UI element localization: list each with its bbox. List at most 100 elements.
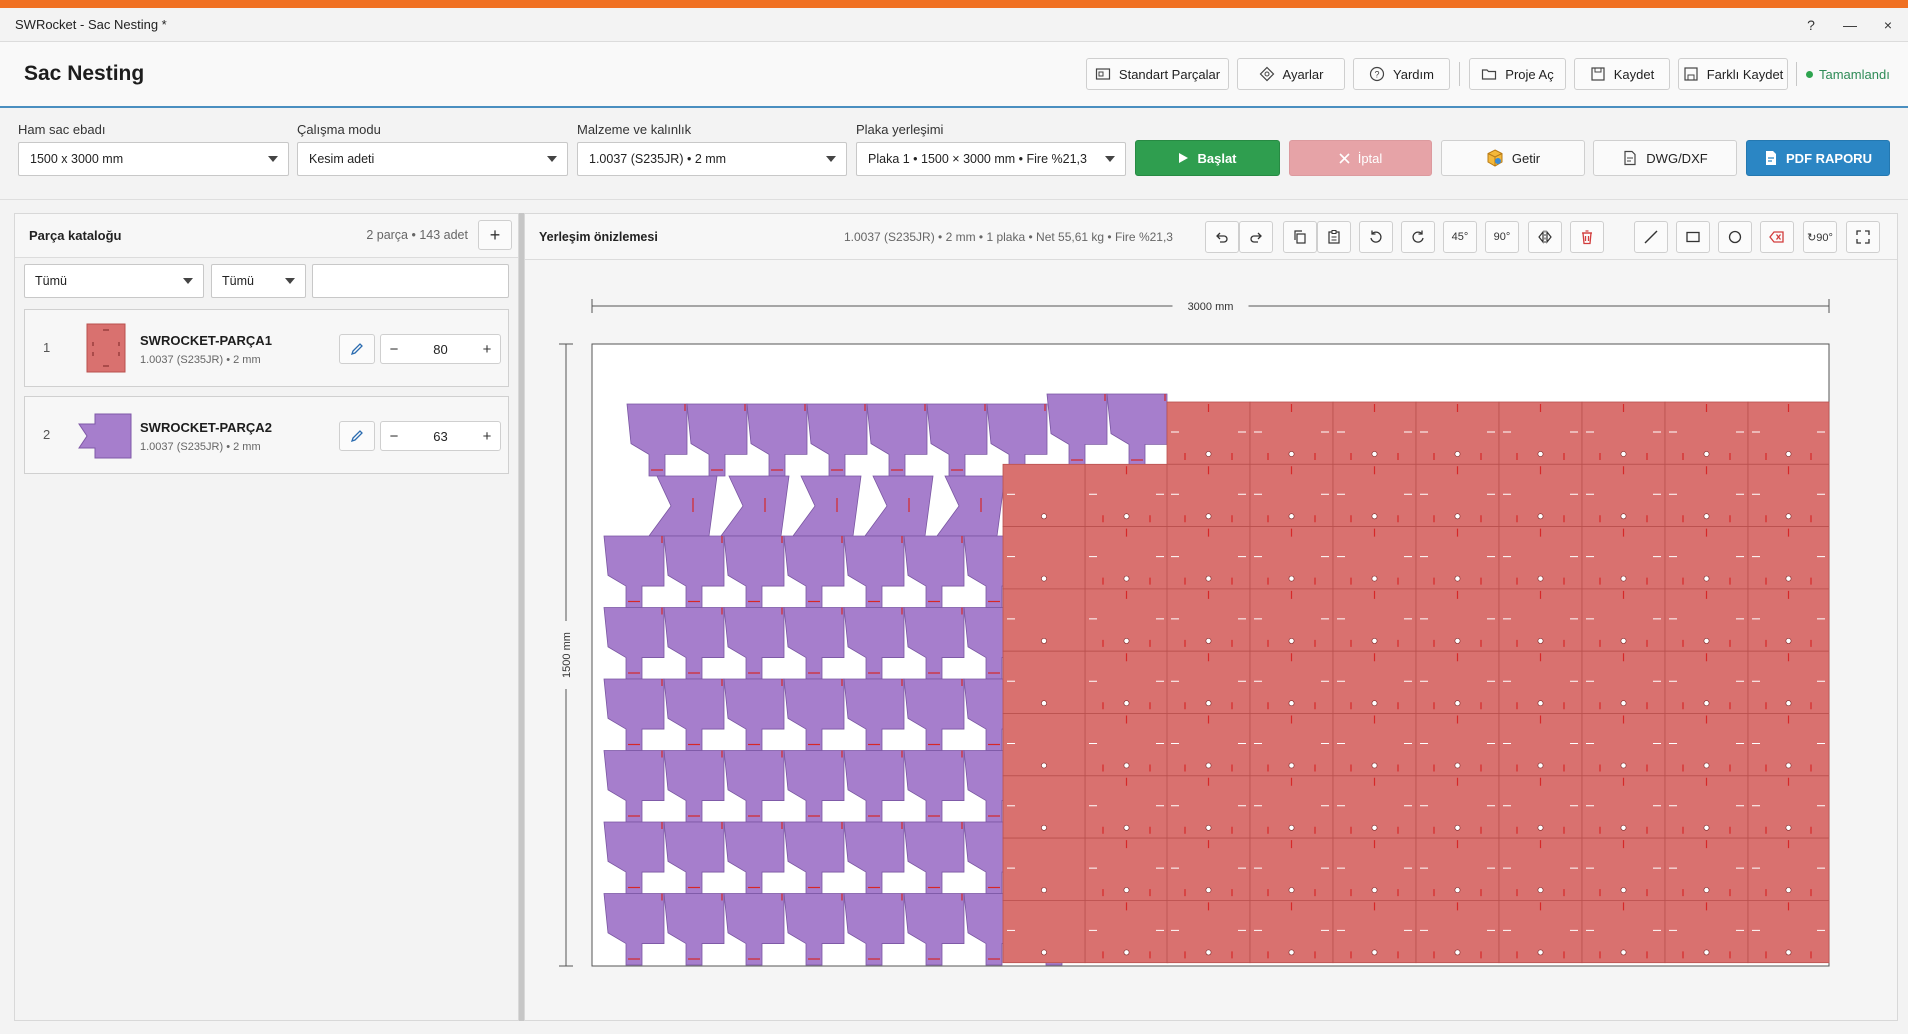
increment-button[interactable]: + <box>474 428 500 445</box>
placement-select[interactable]: Plaka 1 • 1500 × 3000 mm • Fire %21,3 <box>856 142 1126 176</box>
save-as-button[interactable]: Farklı Kaydet <box>1678 58 1788 90</box>
edit-part-button[interactable] <box>339 421 375 451</box>
rotate-right-button[interactable] <box>1401 221 1435 253</box>
catalog-title: Parça kataloğu <box>29 228 122 243</box>
placement-value: Plaka 1 • 1500 × 3000 mm • Fire %21,3 <box>868 152 1087 166</box>
catalog-header: Parça kataloğu 2 parça • 143 adet + <box>15 214 518 258</box>
hole-mark <box>1123 949 1130 956</box>
part-list-item[interactable]: 2 SWROCKET-PARÇA2 1.0037 (S235JR) • 2 mm… <box>24 396 509 474</box>
hole-mark <box>1454 637 1461 644</box>
hole-mark <box>1620 513 1627 520</box>
chevron-down-icon <box>285 278 295 284</box>
dwg-dxf-button[interactable]: DWG/DXF <box>1593 140 1737 176</box>
help-label: Yardım <box>1393 66 1434 82</box>
hole-mark <box>1703 451 1710 457</box>
hole-mark <box>1620 949 1627 956</box>
hole-mark <box>1288 949 1295 956</box>
sheet-drawing[interactable]: 3000 mm 1500 mm <box>525 261 1897 1020</box>
hole-mark <box>1620 575 1627 582</box>
hole-mark <box>1288 887 1295 893</box>
category-filter-value: Tümü <box>35 274 67 288</box>
redo-button[interactable] <box>1239 221 1273 253</box>
increment-button[interactable]: + <box>474 341 500 358</box>
hole-mark <box>1371 887 1378 893</box>
rotate-cw-90-button[interactable]: ↻90° <box>1803 221 1837 253</box>
hole-mark <box>1785 637 1792 644</box>
edit-part-button[interactable] <box>339 334 375 364</box>
decrement-button[interactable]: − <box>381 341 407 358</box>
help-icon[interactable]: ? <box>1791 8 1831 42</box>
undo-icon <box>1216 232 1228 243</box>
hole-mark <box>1537 762 1544 769</box>
hole-mark <box>1371 700 1378 707</box>
preview-title: Yerleşim önizlemesi <box>539 230 658 244</box>
part-name: SWROCKET-PARÇA1 <box>140 333 272 348</box>
save-button[interactable]: Kaydet <box>1574 58 1670 90</box>
pdf-report-label: PDF RAPORU <box>1786 150 1872 166</box>
material-label: Malzeme ve kalınlık <box>577 122 692 137</box>
title-bar: SWRocket - Sac Nesting * <box>0 8 1908 42</box>
help-button[interactable]: ? Yardım <box>1353 58 1450 90</box>
package-icon <box>1487 149 1503 167</box>
circle-icon <box>1728 230 1742 244</box>
parts-catalog-panel: Parça kataloğu 2 parça • 143 adet + Tümü… <box>14 213 519 1021</box>
paste-button[interactable] <box>1317 221 1351 253</box>
rotate-left-button[interactable] <box>1359 221 1393 253</box>
delete-button[interactable] <box>1570 221 1604 253</box>
category-filter-select[interactable]: Tümü <box>24 264 204 298</box>
undo-button[interactable] <box>1205 221 1239 253</box>
line-icon <box>1644 230 1658 244</box>
hole-mark <box>1205 700 1212 707</box>
rotate-left-icon <box>1370 230 1382 243</box>
material-select[interactable]: 1.0037 (S235JR) • 2 mm <box>577 142 847 176</box>
hole-mark <box>1041 949 1047 956</box>
standard-parts-button[interactable]: Standart Parçalar <box>1086 58 1229 90</box>
rectangle-icon <box>1686 231 1700 243</box>
decrement-button[interactable]: − <box>381 428 407 445</box>
rotate-90-button[interactable]: 90° <box>1485 221 1519 253</box>
start-button[interactable]: Başlat <box>1135 140 1280 176</box>
copy-icon <box>1294 230 1306 244</box>
material-filter-select[interactable]: Tümü <box>211 264 306 298</box>
hole-mark <box>1537 887 1544 893</box>
cancel-button[interactable]: İptal <box>1289 140 1432 176</box>
nesting-canvas[interactable]: 3000 mm 1500 mm <box>525 261 1897 1023</box>
preview-header: Yerleşim önizlemesi 1.0037 (S235JR) • 2 … <box>525 214 1897 260</box>
hole-mark <box>1205 575 1212 582</box>
part-thumbnail <box>86 323 126 373</box>
raw-sheet-select[interactable]: 1500 x 3000 mm <box>18 142 289 176</box>
chevron-down-icon <box>268 156 278 162</box>
hole-mark <box>1288 824 1295 831</box>
rotate-45-button[interactable]: 45° <box>1443 221 1477 253</box>
search-input[interactable] <box>312 264 509 298</box>
settings-button[interactable]: Ayarlar <box>1237 58 1345 90</box>
quantity-stepper[interactable]: − 63 + <box>380 421 501 451</box>
eraser-button[interactable] <box>1760 221 1794 253</box>
add-part-button[interactable]: + <box>478 220 512 250</box>
part-list-item[interactable]: 1 SWROCKET-PARÇA1 1.0037 (S235JR) • 2 mm… <box>24 309 509 387</box>
header-separator <box>1459 62 1460 86</box>
hole-mark <box>1288 637 1295 644</box>
line-button[interactable] <box>1634 221 1668 253</box>
settings-label: Ayarlar <box>1282 66 1324 82</box>
raw-sheet-value: 1500 x 3000 mm <box>30 152 124 166</box>
quantity-value[interactable]: 63 <box>433 429 447 444</box>
fetch-button[interactable]: Getir <box>1441 140 1585 176</box>
hole-mark <box>1454 949 1461 956</box>
mode-select[interactable]: Kesim adeti <box>297 142 568 176</box>
minimize-icon[interactable]: — <box>1830 8 1870 42</box>
close-icon[interactable]: × <box>1868 8 1908 42</box>
mirror-button[interactable] <box>1528 221 1562 253</box>
hole-mark <box>1288 575 1295 582</box>
circle-button[interactable] <box>1718 221 1752 253</box>
quantity-stepper[interactable]: − 80 + <box>380 334 501 364</box>
pdf-report-button[interactable]: PDF RAPORU <box>1746 140 1890 176</box>
nesting-toolbar: Ham sac ebadı 1500 x 3000 mm Çalışma mod… <box>0 110 1908 200</box>
hole-mark <box>1041 887 1047 893</box>
copy-button[interactable] <box>1283 221 1317 253</box>
fullscreen-button[interactable] <box>1846 221 1880 253</box>
quantity-value[interactable]: 80 <box>433 342 447 357</box>
rectangle-button[interactable] <box>1676 221 1710 253</box>
mirror-icon <box>1538 230 1552 244</box>
open-project-button[interactable]: Proje Aç <box>1469 58 1566 90</box>
